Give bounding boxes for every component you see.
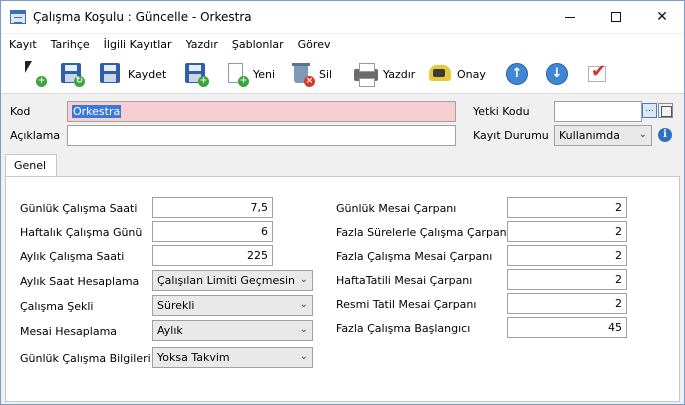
haftalik-calisma-gunu-label: Haftalık Çalışma Günü xyxy=(20,226,143,239)
menu-gorev[interactable]: Görev xyxy=(298,38,331,51)
kayit-durumu-select[interactable]: Kullanımda ⌄ xyxy=(554,125,652,146)
gunluk-calisma-bilgileri-select[interactable]: Yoksa Takvim ⌄ xyxy=(152,347,313,368)
aylik-saat-hesaplama-label: Aylık Saat Hesaplama xyxy=(20,275,140,288)
menu-bar: Kayıt Tarihçe İlgili Kayıtlar Yazdır Şab… xyxy=(1,34,684,54)
form-window-icon xyxy=(10,10,26,24)
resmi-tatil-mesai-carpani-field[interactable]: 2 xyxy=(507,293,627,314)
fazla-calisma-mesai-carpani-field[interactable]: 2 xyxy=(507,245,627,266)
kaydet-button[interactable]: Kaydet xyxy=(98,58,166,90)
grid-icon[interactable] xyxy=(658,103,673,118)
onay-button[interactable]: Onay xyxy=(427,58,486,90)
arrow-down-icon: ↓ xyxy=(546,63,568,85)
minimize-icon xyxy=(565,16,575,18)
mesai-hesaplama-select[interactable]: Aylık ⌄ xyxy=(152,320,313,341)
calisma-sekli-value: Sürekli xyxy=(157,299,195,312)
minimize-button[interactable] xyxy=(547,1,593,33)
checklist-button[interactable] xyxy=(585,58,611,90)
sil-button[interactable]: × Sil xyxy=(289,58,332,90)
resmi-tatil-mesai-carpani-label: Resmi Tatil Mesai Çarpanı xyxy=(336,298,477,311)
aciklama-label: Açıklama xyxy=(10,129,61,142)
save-icon xyxy=(100,63,120,83)
close-button[interactable]: ✕ xyxy=(639,1,685,33)
cursor-icon xyxy=(25,61,32,73)
yazdir-button[interactable]: Yazdır xyxy=(353,58,415,90)
yazdir-label: Yazdır xyxy=(383,67,416,81)
menu-yazdir[interactable]: Yazdır xyxy=(186,38,218,51)
kaydet-label: Kaydet xyxy=(128,67,167,81)
aylik-saat-hesaplama-value: Çalışılan Limiti Geçmesin xyxy=(157,274,295,287)
chevron-down-icon: ⌄ xyxy=(638,129,647,140)
genel-panel: Günlük Çalışma Saati 7,5 Haftalık Çalışm… xyxy=(5,176,680,402)
chevron-down-icon: ⌄ xyxy=(299,351,308,362)
hafta-tatili-mesai-carpani-field[interactable]: 2 xyxy=(507,269,627,290)
fazla-surelerle-calisma-carpani-label: Fazla Sürelerle Çalışma Çarpanı xyxy=(336,226,510,239)
window-title: Çalışma Koşulu : Güncelle - Orkestra xyxy=(33,10,252,24)
refresh-icon: ↻ xyxy=(74,76,85,87)
fazla-calisma-baslangici-field[interactable]: 45 xyxy=(507,317,627,338)
kod-label: Kod xyxy=(10,105,31,118)
add-icon: + xyxy=(198,76,209,87)
menu-tarihce[interactable]: Tarihçe xyxy=(51,38,90,51)
menu-kayit[interactable]: Kayıt xyxy=(9,38,37,51)
haftalik-calisma-gunu-field[interactable]: 6 xyxy=(152,221,273,242)
gunluk-mesai-carpani-label: Günlük Mesai Çarpanı xyxy=(336,202,457,215)
title-bar: Çalışma Koşulu : Güncelle - Orkestra ✕ xyxy=(1,1,684,33)
yetki-lookup-button[interactable]: ... xyxy=(642,103,657,118)
fazla-calisma-baslangici-label: Fazla Çalışma Başlangıcı xyxy=(336,322,471,335)
yetki-kodu-field[interactable] xyxy=(554,101,642,122)
yeni-button[interactable]: + Yeni xyxy=(223,58,275,90)
app-window: Çalışma Koşulu : Güncelle - Orkestra ✕ K… xyxy=(0,0,685,405)
move-up-button[interactable]: ↑ xyxy=(504,58,530,90)
chevron-down-icon: ⌄ xyxy=(299,299,308,310)
menu-ilgili-kayitlar[interactable]: İlgili Kayıtlar xyxy=(104,38,172,51)
chevron-down-icon: ⌄ xyxy=(299,324,308,335)
arrow-up-icon: ↑ xyxy=(506,63,528,85)
info-icon[interactable]: i xyxy=(658,128,672,142)
approve-icon xyxy=(429,65,451,81)
gunluk-calisma-saati-field[interactable]: 7,5 xyxy=(152,197,273,218)
mesai-hesaplama-value: Aylık xyxy=(157,324,183,337)
kod-value: Orkestra xyxy=(72,105,122,118)
add-icon: + xyxy=(238,76,249,87)
delete-icon: × xyxy=(304,76,315,87)
yetki-kodu-label: Yetki Kodu xyxy=(473,105,530,118)
toolbar: + ↻ Kaydet + + Yeni × Sil Yazdır Onay ↑ xyxy=(1,54,684,94)
calisma-sekli-select[interactable]: Sürekli ⌄ xyxy=(152,295,313,316)
aylik-saat-hesaplama-select[interactable]: Çalışılan Limiti Geçmesin ⌄ xyxy=(152,270,313,291)
hafta-tatili-mesai-carpani-label: HaftaTatili Mesai Çarpanı xyxy=(336,274,473,287)
sil-label: Sil xyxy=(319,67,333,81)
move-down-button[interactable]: ↓ xyxy=(544,58,570,90)
kod-field[interactable]: Orkestra xyxy=(67,101,456,122)
aylik-calisma-saati-field[interactable]: 225 xyxy=(152,245,273,266)
gunluk-calisma-bilgileri-label: Günlük Çalışma Bilgileri xyxy=(20,352,151,365)
close-icon: ✕ xyxy=(656,9,668,25)
new-from-cursor-button[interactable]: + xyxy=(21,58,47,90)
fazla-calisma-mesai-carpani-label: Fazla Çalışma Mesai Çarpanı xyxy=(336,250,493,263)
menu-sablonlar[interactable]: Şablonlar xyxy=(232,38,284,51)
gunluk-calisma-saati-label: Günlük Çalışma Saati xyxy=(20,202,138,215)
maximize-icon xyxy=(611,12,621,22)
add-icon: + xyxy=(36,76,47,87)
save-and-refresh-button[interactable]: ↻ xyxy=(59,58,85,90)
aciklama-field[interactable] xyxy=(67,125,456,146)
calisma-sekli-label: Çalışma Şekli xyxy=(20,300,94,313)
gunluk-mesai-carpani-field[interactable]: 2 xyxy=(507,197,627,218)
fazla-surelerle-calisma-carpani-field[interactable]: 2 xyxy=(507,221,627,242)
aylik-calisma-saati-label: Aylık Çalışma Saati xyxy=(20,250,125,263)
tab-genel[interactable]: Genel xyxy=(5,154,57,177)
printer-icon xyxy=(354,63,378,87)
save-and-new-button[interactable]: + xyxy=(183,58,209,90)
checkmark-icon xyxy=(588,61,606,82)
maximize-button[interactable] xyxy=(593,1,639,33)
gunluk-calisma-bilgileri-value: Yoksa Takvim xyxy=(157,351,230,364)
chevron-down-icon: ⌄ xyxy=(299,274,308,285)
onay-label: Onay xyxy=(457,67,486,81)
mesai-hesaplama-label: Mesai Hesaplama xyxy=(20,325,118,338)
kayit-durumu-label: Kayıt Durumu xyxy=(473,129,549,142)
yeni-label: Yeni xyxy=(253,67,276,81)
kayit-durumu-value: Kullanımda xyxy=(559,129,620,142)
